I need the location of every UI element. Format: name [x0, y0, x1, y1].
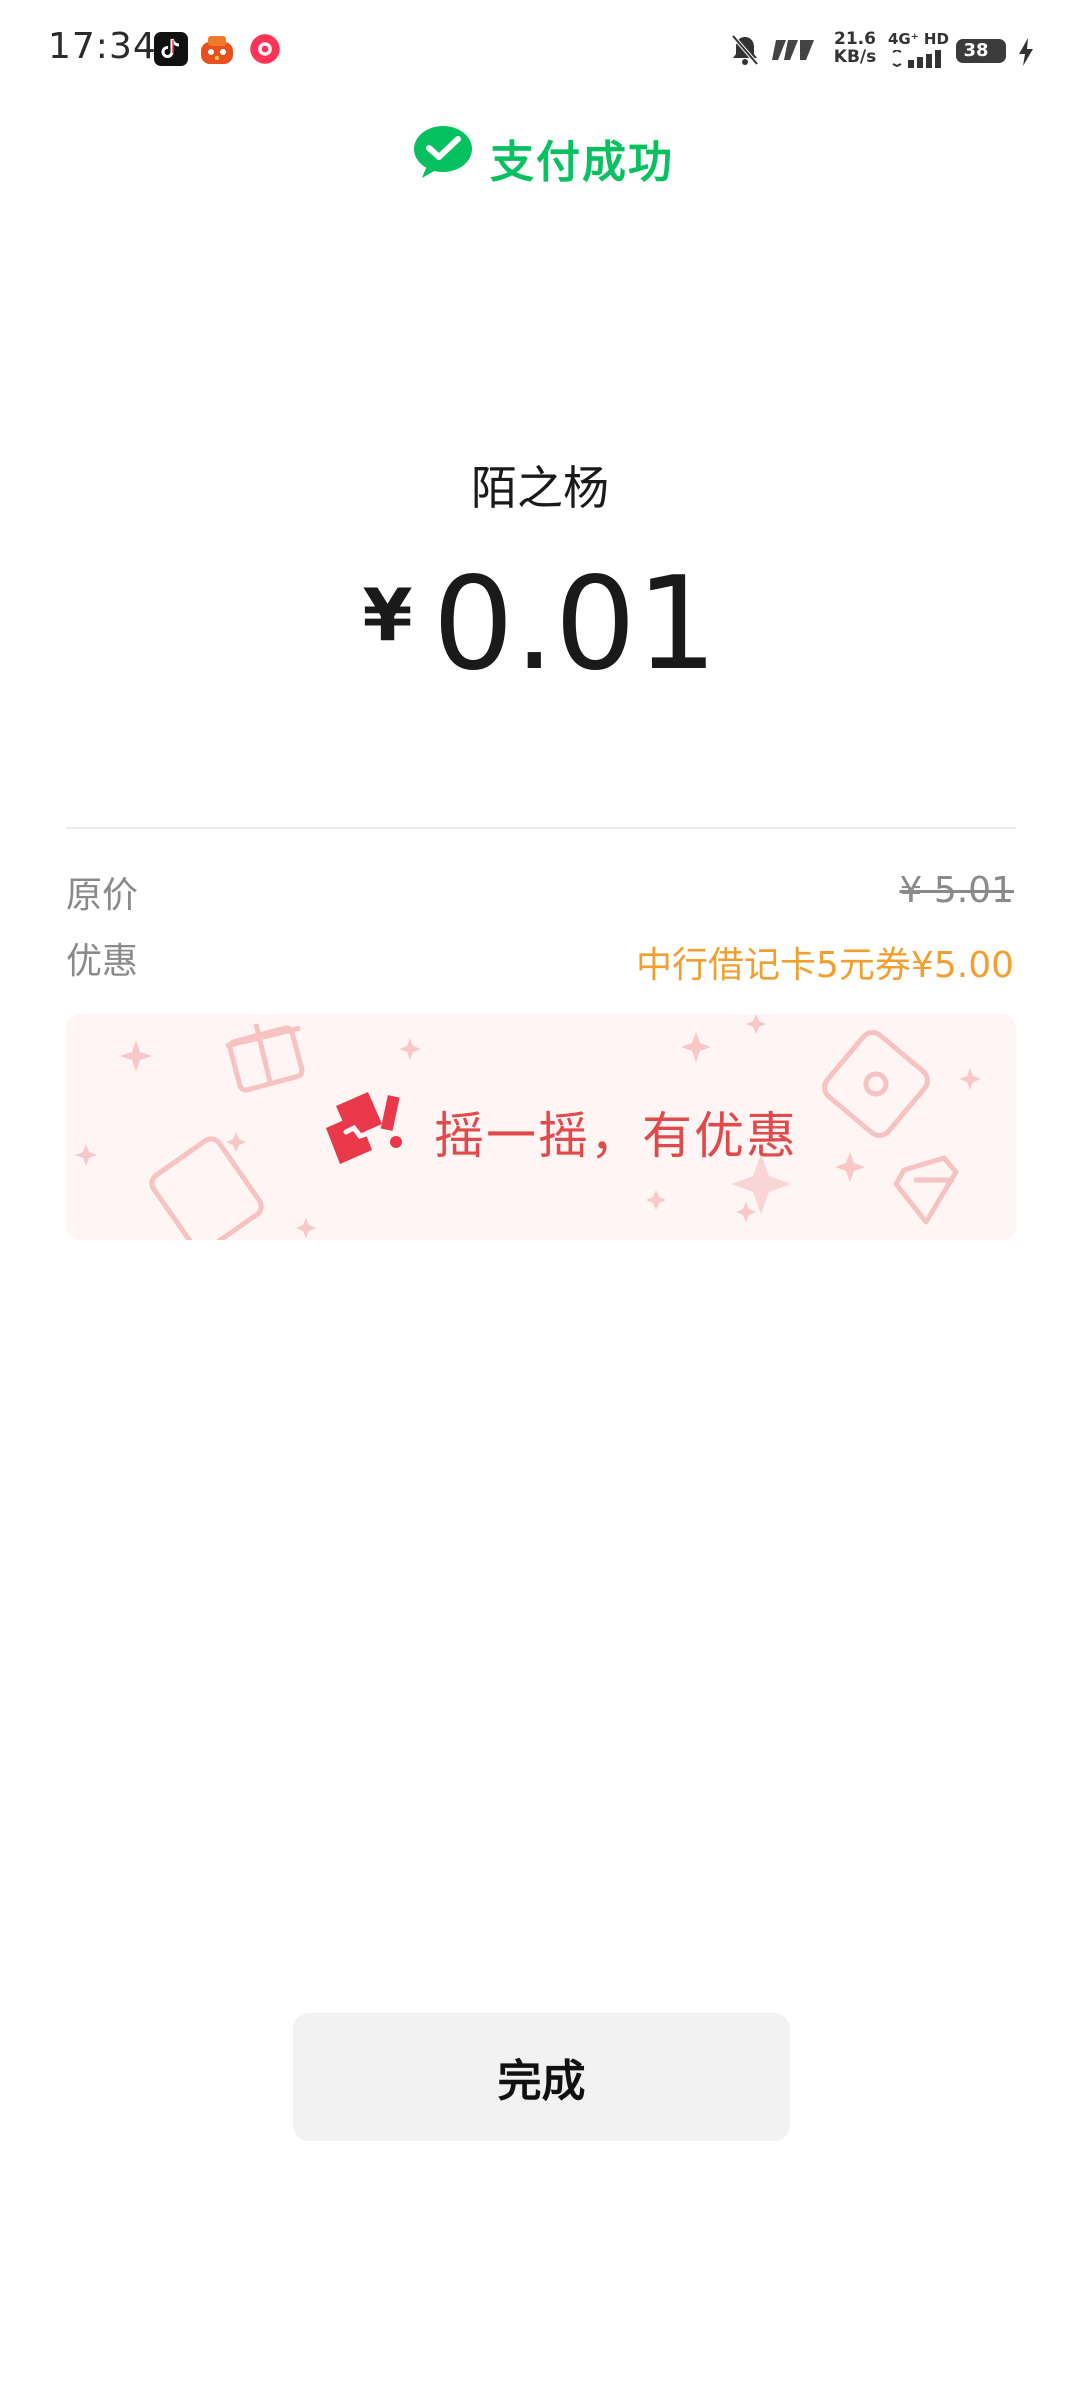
- done-button[interactable]: 完成: [293, 2013, 790, 2141]
- battery-cap: [1003, 46, 1006, 56]
- status-bar: 17:34 21.6 KB/s 4G⁺ HD 38: [0, 0, 1080, 100]
- battery-indicator: 38: [956, 39, 1006, 63]
- currency-symbol: ¥: [362, 573, 413, 657]
- divider: [66, 827, 1016, 829]
- network-type: 4G⁺ HD: [888, 30, 949, 48]
- discount-label: 优惠: [66, 941, 139, 982]
- mute-bell-icon: [731, 34, 759, 66]
- signal-icon: [892, 50, 941, 68]
- battery-level: 38: [963, 40, 989, 61]
- wechat-pay-icon: [414, 126, 472, 178]
- douyin-app-icon: [154, 32, 188, 66]
- net-speed-value: 21.6: [834, 29, 876, 49]
- shake-promo-text: 摇一摇，有优惠: [434, 1107, 798, 1165]
- charging-icon: [1019, 38, 1033, 66]
- amount-value: 0.01: [432, 550, 718, 699]
- discount-value: 中行借记卡5元券¥5.00: [636, 945, 1014, 986]
- original-price-label: 原价: [66, 875, 139, 916]
- original-price-value: ¥ 5.01: [899, 870, 1014, 911]
- weibo-app-icon: [250, 34, 280, 64]
- net-speed-unit: KB/s: [833, 47, 877, 67]
- payee-name: 陌之杨: [471, 461, 609, 515]
- net-speed: 21.6 KB/s: [830, 30, 880, 66]
- status-time: 17:34: [48, 26, 157, 67]
- payment-amount: ¥0.01: [0, 555, 1080, 695]
- shake-phone-icon: [326, 1092, 402, 1164]
- nfc-icon: [772, 40, 814, 60]
- taobao-app-icon: [201, 36, 233, 64]
- payment-success-title: 支付成功: [490, 137, 674, 188]
- shake-promo-banner[interactable]: 摇一摇，有优惠: [66, 1014, 1016, 1240]
